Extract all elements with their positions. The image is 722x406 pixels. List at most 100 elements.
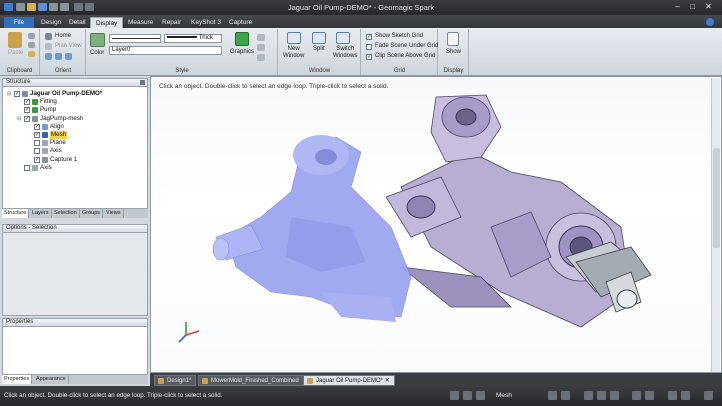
visibility-checkbox[interactable]: ✓ [34,156,40,163]
tree-item[interactable]: ⊟ ✓ Jaguar Oil Pump-DEMO* [3,90,147,98]
tab-capture[interactable]: Capture [224,17,257,28]
structure-panel-header: Structure [2,78,148,87]
layer-dropdown[interactable]: Layer0 [109,46,222,55]
selection-mode[interactable]: Mesh [496,392,512,399]
tree-item[interactable]: ✓ Align [3,123,147,131]
home-button[interactable]: Home [55,33,71,39]
status-tool-icon-9[interactable] [681,391,690,400]
status-tool-icon-6[interactable] [632,391,641,400]
status-tool-icon-3[interactable] [584,391,593,400]
doc-tab-mowermold[interactable]: MowerMold_Finished_Combined [198,375,304,386]
status-tool-icon-4[interactable] [597,391,606,400]
clip-scene-checkbox[interactable]: ✓ [366,54,372,60]
tab-groups[interactable]: Groups [80,209,104,218]
show-sketch-grid-checkbox[interactable]: ✓ [366,34,372,40]
viewport-scrollbar[interactable] [711,78,720,372]
tree-item[interactable]: Plane [3,139,147,147]
pan-icon[interactable] [65,53,72,60]
new-window-button[interactable]: New Window [283,46,304,60]
model-scene[interactable] [151,77,711,374]
tab-layers[interactable]: Layers [30,209,52,218]
split-button[interactable]: Split [313,46,325,52]
line-weight-dropdown[interactable]: Thick [164,34,222,43]
spin-icon[interactable] [55,53,62,60]
grid-group-label: Grid [393,68,406,74]
tab-views[interactable]: Views [104,209,124,218]
tab-structure[interactable]: Structure [2,209,30,218]
properties-panel-header: Properties [2,318,148,327]
tab-measure[interactable]: Measure [123,17,158,28]
tab-appearance[interactable]: Appearance [34,375,69,384]
visibility-checkbox[interactable] [34,140,40,147]
doc-tab-design1[interactable]: Design1* [154,375,197,386]
visibility-checkbox[interactable] [34,148,40,155]
expand-icon[interactable]: ⊟ [7,90,11,98]
status-view-icon[interactable] [476,391,485,400]
status-filter-icon[interactable] [450,391,459,400]
status-tool-icon-1[interactable] [548,391,557,400]
scrollbar-thumb[interactable] [713,148,720,248]
tree-item[interactable]: ✓ Fitting [3,98,147,106]
status-tool-icon-7[interactable] [645,391,654,400]
tab-file[interactable]: File [4,17,34,28]
doc-tab-label: Jaguar Oil Pump-DEMO* [316,378,384,384]
scanned-mesh[interactable] [212,135,412,322]
split-icon [312,32,326,44]
tree-item-label: Pump [40,106,57,114]
tab-design[interactable]: Design [36,17,66,28]
visibility-checkbox[interactable]: ✓ [24,99,30,106]
tab-detail[interactable]: Detail [64,17,91,28]
tab-repair[interactable]: Repair [157,17,186,28]
switch-windows-button[interactable]: Switch Windows [333,46,357,60]
pin-icon[interactable] [140,80,145,85]
paste-icon [8,32,22,48]
status-tool-icon-10[interactable] [704,391,713,400]
tree-item[interactable]: ✓ Capture 1 [3,156,147,164]
visibility-checkbox[interactable]: ✓ [14,91,20,97]
expand-icon[interactable]: ⊟ [17,115,21,123]
edges-icon[interactable] [257,54,265,61]
plan-view-button[interactable]: Plan View [55,43,82,49]
visibility-checkbox[interactable]: ✓ [24,107,30,114]
tree-item[interactable]: Axis [3,164,147,172]
visibility-checkbox[interactable]: ✓ [24,115,30,122]
doc-tab-jaguar[interactable]: Jaguar Oil Pump-DEMO* ✕ [303,375,395,386]
pump-body[interactable] [385,94,632,328]
close-tab-icon[interactable]: ✕ [385,378,390,384]
tab-keyshot[interactable]: KeyShot 3 [186,17,226,28]
tree-item[interactable]: ⊟ ✓ JagPump-mesh [3,115,147,123]
tree-item[interactable]: ✓ Pump [3,106,147,114]
tab-selection[interactable]: Selection [52,209,80,218]
format-painter-icon[interactable] [28,51,35,57]
visibility-checkbox[interactable]: ✓ [34,132,40,138]
close-button[interactable]: ✕ [703,2,714,12]
properties-panel [2,327,148,375]
tree-item[interactable]: Axis [3,147,147,155]
minimize-button[interactable]: – [672,2,683,12]
tab-display[interactable]: Display [90,17,124,28]
help-icon[interactable] [706,18,714,26]
paste-button[interactable]: Paste [8,50,23,56]
zoom-icon[interactable] [45,53,52,60]
clipboard-group: Paste Clipboard [0,29,40,75]
status-tool-icon-5[interactable] [610,391,619,400]
fade-scene-checkbox[interactable] [366,44,372,50]
lighting-icon[interactable] [257,34,265,41]
3d-viewport[interactable]: Click an object. Double-click to select … [150,76,722,373]
tab-properties[interactable]: Properties [2,375,33,384]
copy-icon[interactable] [28,42,35,48]
maximize-button[interactable]: □ [687,2,698,12]
visibility-checkbox[interactable]: ✓ [34,123,40,130]
graphics-button[interactable]: Graphics [230,49,254,55]
color-swatch[interactable] [90,33,105,47]
tree-item-icon [32,115,38,122]
status-tool-icon-8[interactable] [668,391,677,400]
show-button[interactable]: Show [446,49,461,55]
line-style-dropdown[interactable] [109,34,161,43]
status-select-icon[interactable] [463,391,472,400]
shading-icon[interactable] [257,44,265,51]
cut-icon[interactable] [28,33,35,39]
tree-item[interactable]: ✓ Mesh [3,131,147,139]
visibility-checkbox[interactable] [24,164,30,171]
status-tool-icon-2[interactable] [561,391,570,400]
